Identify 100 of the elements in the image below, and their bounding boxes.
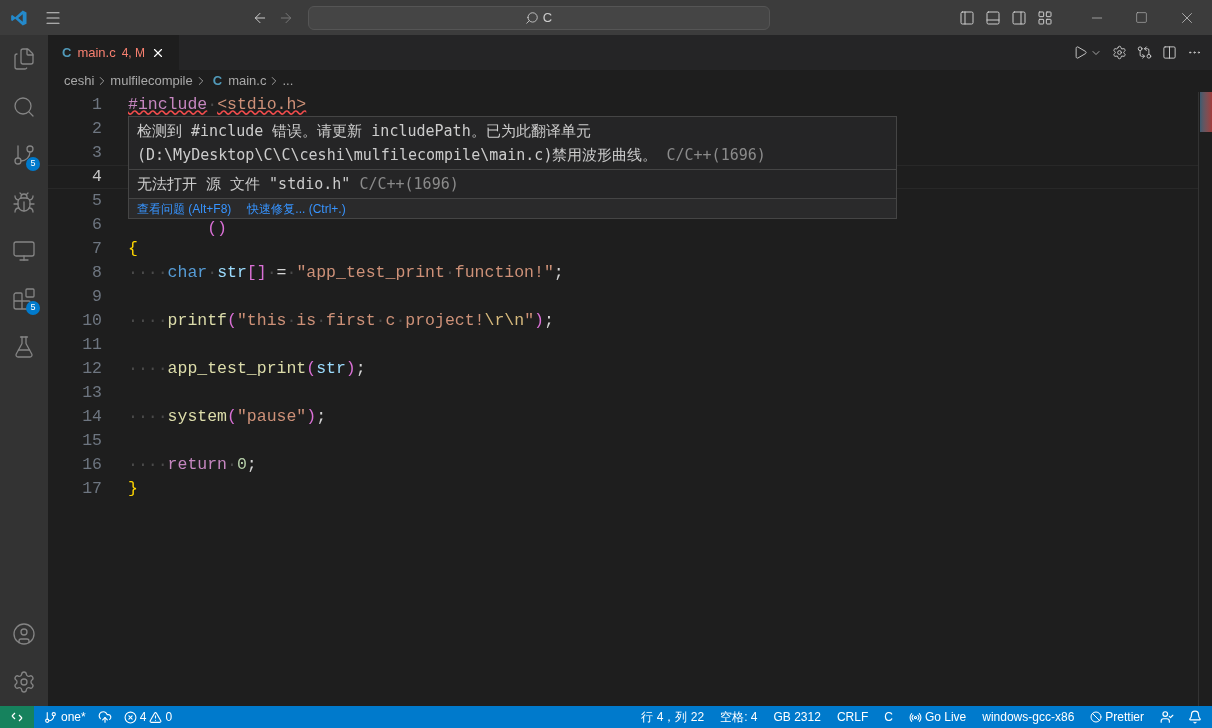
whitespace-marker: ···· <box>128 310 168 330</box>
branch-item[interactable]: one* <box>44 708 86 726</box>
code-token: "this <box>236 310 287 330</box>
line-number: 5 <box>91 189 102 212</box>
code-token: printf <box>167 310 228 330</box>
whitespace-marker: ···· <box>128 406 168 426</box>
breadcrumb-item[interactable]: main.c <box>228 71 267 91</box>
secondary-sidebar-icon[interactable] <box>1011 9 1027 26</box>
accounts-icon[interactable] <box>1160 710 1174 724</box>
line-number: 3 <box>91 141 102 164</box>
line-number: 13 <box>81 381 102 404</box>
count-badge: 5 <box>26 157 40 171</box>
error-message: 检测到 #include 错误。请更新 includePath。已为此翻译单元(D:\MyDesktop\C\C\ceshi\mulfilecompile\main.c)禁用波形曲线。 C/C++(1696) <box>137 121 767 166</box>
split-editor-icon[interactable] <box>1162 45 1177 60</box>
code-token: str <box>217 262 247 282</box>
whitespace-marker: · <box>207 262 218 282</box>
warning-icon <box>149 710 163 724</box>
search-field[interactable]: C <box>307 5 770 30</box>
code-token: app_test_print <box>167 358 307 378</box>
line-number: 2 <box>91 117 102 140</box>
line-number: 1 <box>91 93 102 116</box>
whitespace-marker: · <box>207 94 218 114</box>
code-token: ) <box>345 358 356 378</box>
whitespace-marker: · <box>266 262 277 282</box>
monitor-icon <box>12 239 36 263</box>
code-token: ( <box>227 310 237 330</box>
code-token: { <box>128 238 138 258</box>
remote-icon <box>11 711 23 723</box>
flask-icon <box>12 335 36 359</box>
status-item[interactable]: GB 2312 <box>773 708 821 726</box>
whitespace-marker: ···· <box>128 358 168 378</box>
scroll-marker-drawing <box>1200 92 1212 132</box>
notifications-icon[interactable] <box>1188 710 1202 724</box>
status-item[interactable]: 空格: 4 <box>720 708 758 726</box>
layout-icon[interactable] <box>1037 9 1053 26</box>
line-number: 6 <box>91 213 102 236</box>
status-item[interactable]: Go Live <box>908 708 967 726</box>
code-token: function!" <box>454 262 554 282</box>
line-number: 17 <box>81 477 102 500</box>
status-item[interactable]: windows-gcc-x86 <box>982 708 1075 726</box>
problems-item[interactable]: 4 0 <box>123 708 173 726</box>
maximize-icon[interactable] <box>1135 11 1148 24</box>
activity-item[interactable]: 5 <box>0 275 48 323</box>
run-icon[interactable] <box>1073 45 1088 60</box>
account-icon[interactable] <box>12 622 36 646</box>
hover-action-link[interactable]: 快速修复... (Ctrl+.) <box>247 199 346 218</box>
sync-icon[interactable] <box>97 710 112 724</box>
code-token: \r\n <box>484 310 525 330</box>
whitespace-marker: ···· <box>128 262 168 282</box>
settings-icon[interactable] <box>1112 45 1127 60</box>
code-token: ; <box>355 358 366 378</box>
whitespace-marker: · <box>227 454 237 474</box>
code-token: } <box>128 478 138 498</box>
code-token: c <box>385 310 396 330</box>
bug-icon <box>12 191 36 215</box>
code-token: project! <box>405 310 485 330</box>
activity-item[interactable]: 5 <box>0 131 48 179</box>
code-token: ; <box>316 406 327 426</box>
tab-status: 4, M <box>121 44 146 62</box>
whitespace-marker: · <box>286 262 297 282</box>
line-number: 8 <box>91 261 102 284</box>
sidebar-toggle-icon[interactable] <box>959 9 975 26</box>
c-file-icon: C <box>62 42 72 63</box>
line-number: 16 <box>81 453 102 476</box>
breadcrumb-item[interactable]: ... <box>282 71 294 91</box>
breadcrumb-item[interactable]: ceshi <box>64 71 95 91</box>
line-number: 12 <box>81 357 102 380</box>
status-item[interactable]: Prettier <box>1090 708 1144 726</box>
code-token: "app_test_print <box>296 262 445 282</box>
code-token: ( <box>227 406 237 426</box>
line-number: 14 <box>81 405 102 428</box>
line-number: 7 <box>91 237 102 260</box>
code-token: ) <box>306 406 317 426</box>
code-token: is <box>296 310 317 330</box>
code-token: ; <box>553 262 564 282</box>
panel-toggle-icon[interactable] <box>985 9 1001 26</box>
blocks-icon <box>12 287 36 311</box>
code-token: first <box>326 310 376 330</box>
code-token: = <box>276 262 287 282</box>
line-number: 10 <box>81 309 102 332</box>
code-token: " <box>524 310 535 330</box>
search-value: C <box>542 8 553 27</box>
status-item[interactable]: C <box>884 708 893 726</box>
broadcast-icon <box>908 710 922 724</box>
code-token: <stdio.h> <box>217 94 307 114</box>
compare-icon[interactable] <box>1137 45 1152 60</box>
status-item[interactable]: 行 4，列 22 <box>641 708 705 726</box>
breadcrumb-item[interactable]: mulfilecompile <box>110 71 193 91</box>
editor-tab[interactable]: C main.c 4, M <box>48 35 180 70</box>
settings-icon[interactable] <box>12 670 36 694</box>
hover-action-link[interactable]: 查看问题 (Alt+F8) <box>137 199 232 218</box>
whitespace-marker: · <box>375 310 386 330</box>
search-icon <box>524 10 539 25</box>
code-token: 0 <box>236 454 247 474</box>
code-token: return <box>167 454 228 474</box>
code-token: char <box>167 262 208 282</box>
branch-icon <box>12 143 36 167</box>
whitespace-marker: · <box>444 262 455 282</box>
status-item[interactable]: CRLF <box>836 708 869 726</box>
prohibited-icon <box>1090 711 1103 723</box>
